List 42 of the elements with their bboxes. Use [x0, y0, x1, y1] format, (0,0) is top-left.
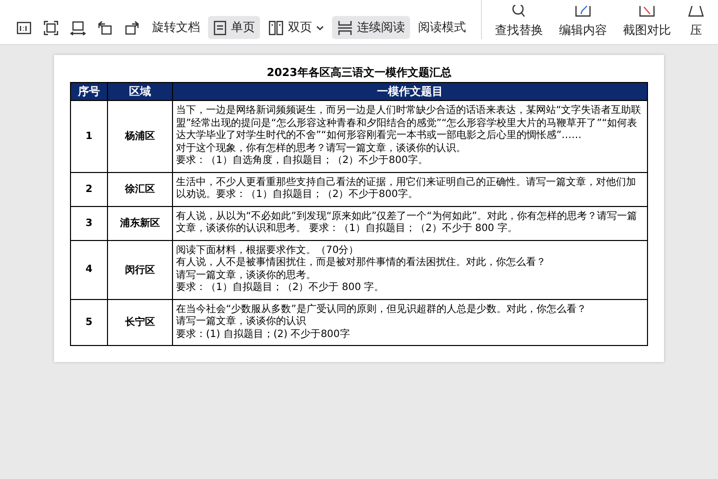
two-page-icon — [268, 20, 284, 36]
district-cell: 闵行区 — [108, 240, 172, 299]
number-cell: 3 — [70, 206, 108, 240]
view-button[interactable]: 单页 — [208, 16, 260, 39]
prompt-text: 在当今社会“少数服从多数”是广受认同的原则，但见识超群的人总是少数。对此，你怎么看？ — [176, 304, 588, 316]
document-title: 2023年各区高三语文一模作文题汇总 — [266, 65, 452, 80]
district-cell: 长宁区 — [108, 299, 172, 346]
number-cell: 1 — [70, 100, 108, 172]
prompt-text: 要求：(1) 自拟题目；(2) 不少于800字 — [176, 328, 351, 341]
tool-button[interactable]: 编辑内容 — [556, 5, 610, 39]
continuous-icon — [337, 20, 353, 36]
single-page-icon — [213, 20, 227, 36]
prompt-text: 有人说，人不是被事情困扰住，而是被对那件事情的看法困扰住。对此，你怎么看？ — [176, 257, 547, 270]
district-cell: 浦东新区 — [108, 206, 172, 240]
tool-button[interactable]: 查找替换 — [492, 5, 546, 39]
edit-icon — [574, 5, 592, 19]
prompt-text: 阅读下面材料，根据要求作文。（70分） — [176, 244, 360, 256]
prompt-text: 有人说，从以为“不必如此”到发现“原来如此”仅差了一个“为何如此”。对此，你有怎样的思考？请写一篇文章，谈谈你的认识和思考。 要求：（1）自拟题目；（2）不少于 800 字。 — [176, 210, 638, 236]
district-cell: 杨浦区 — [108, 100, 172, 172]
column-header: 序号 — [70, 82, 108, 100]
compare-icon — [638, 5, 656, 19]
number-cell: 2 — [70, 172, 108, 206]
number-cell: 5 — [70, 299, 108, 346]
search-icon — [510, 5, 528, 19]
prompt-text: 请写一篇文章，谈谈你的思考。 — [176, 270, 317, 282]
district-cell: 徐汇区 — [108, 172, 172, 206]
prompt-text: 生活中，不少人更看重那些支持自己看法的证据，用它们来证明自己的正确性。请写一篇文章，对他们加以劝说。要求：（1）自拟题目；（2）不少于800字。 — [176, 176, 637, 202]
view-button[interactable]: 阅读模式 — [413, 16, 471, 39]
prompt-text: 要求：（1）自选角度，自拟题目；（2）不少于800字。 — [176, 155, 429, 168]
column-header: 区域 — [108, 82, 172, 100]
column-header: 一模作文题目 — [172, 82, 648, 100]
tool-button[interactable]: 截图对比 — [620, 5, 674, 39]
view-button[interactable]: 旋转文档 — [147, 16, 205, 39]
view-button[interactable]: 双页 — [263, 16, 329, 39]
compress-icon — [687, 5, 705, 19]
prompt-text: 对于这个现象，你有怎样的思考？请写一篇文章，谈谈你的认识。 — [176, 142, 467, 154]
view-button[interactable]: 连续阅读 — [332, 16, 410, 39]
number-cell: 4 — [70, 240, 108, 299]
prompt-text: 要求：（1）自拟题目；（2）不少于 800 字。 — [176, 282, 386, 294]
prompt-text: 当下，一边是网络新词频频诞生，而另一边是人们时常缺少合适的话语来表达，某网站“文字失语者互助联盟”经常出现的提问是“怎么形容这种青春和夕阳结合的感觉”“怎么形容学校里大片的马鞭草开了”“如何表达大学毕业了对学生时代的不舍”“如何形容刚看完一本书或一部电影之后心里的惆怅感”…… — [176, 105, 642, 142]
prompt-text: 请写一篇文章，谈谈你的认识 — [176, 316, 307, 328]
tool-button[interactable]: 压 — [684, 5, 708, 39]
